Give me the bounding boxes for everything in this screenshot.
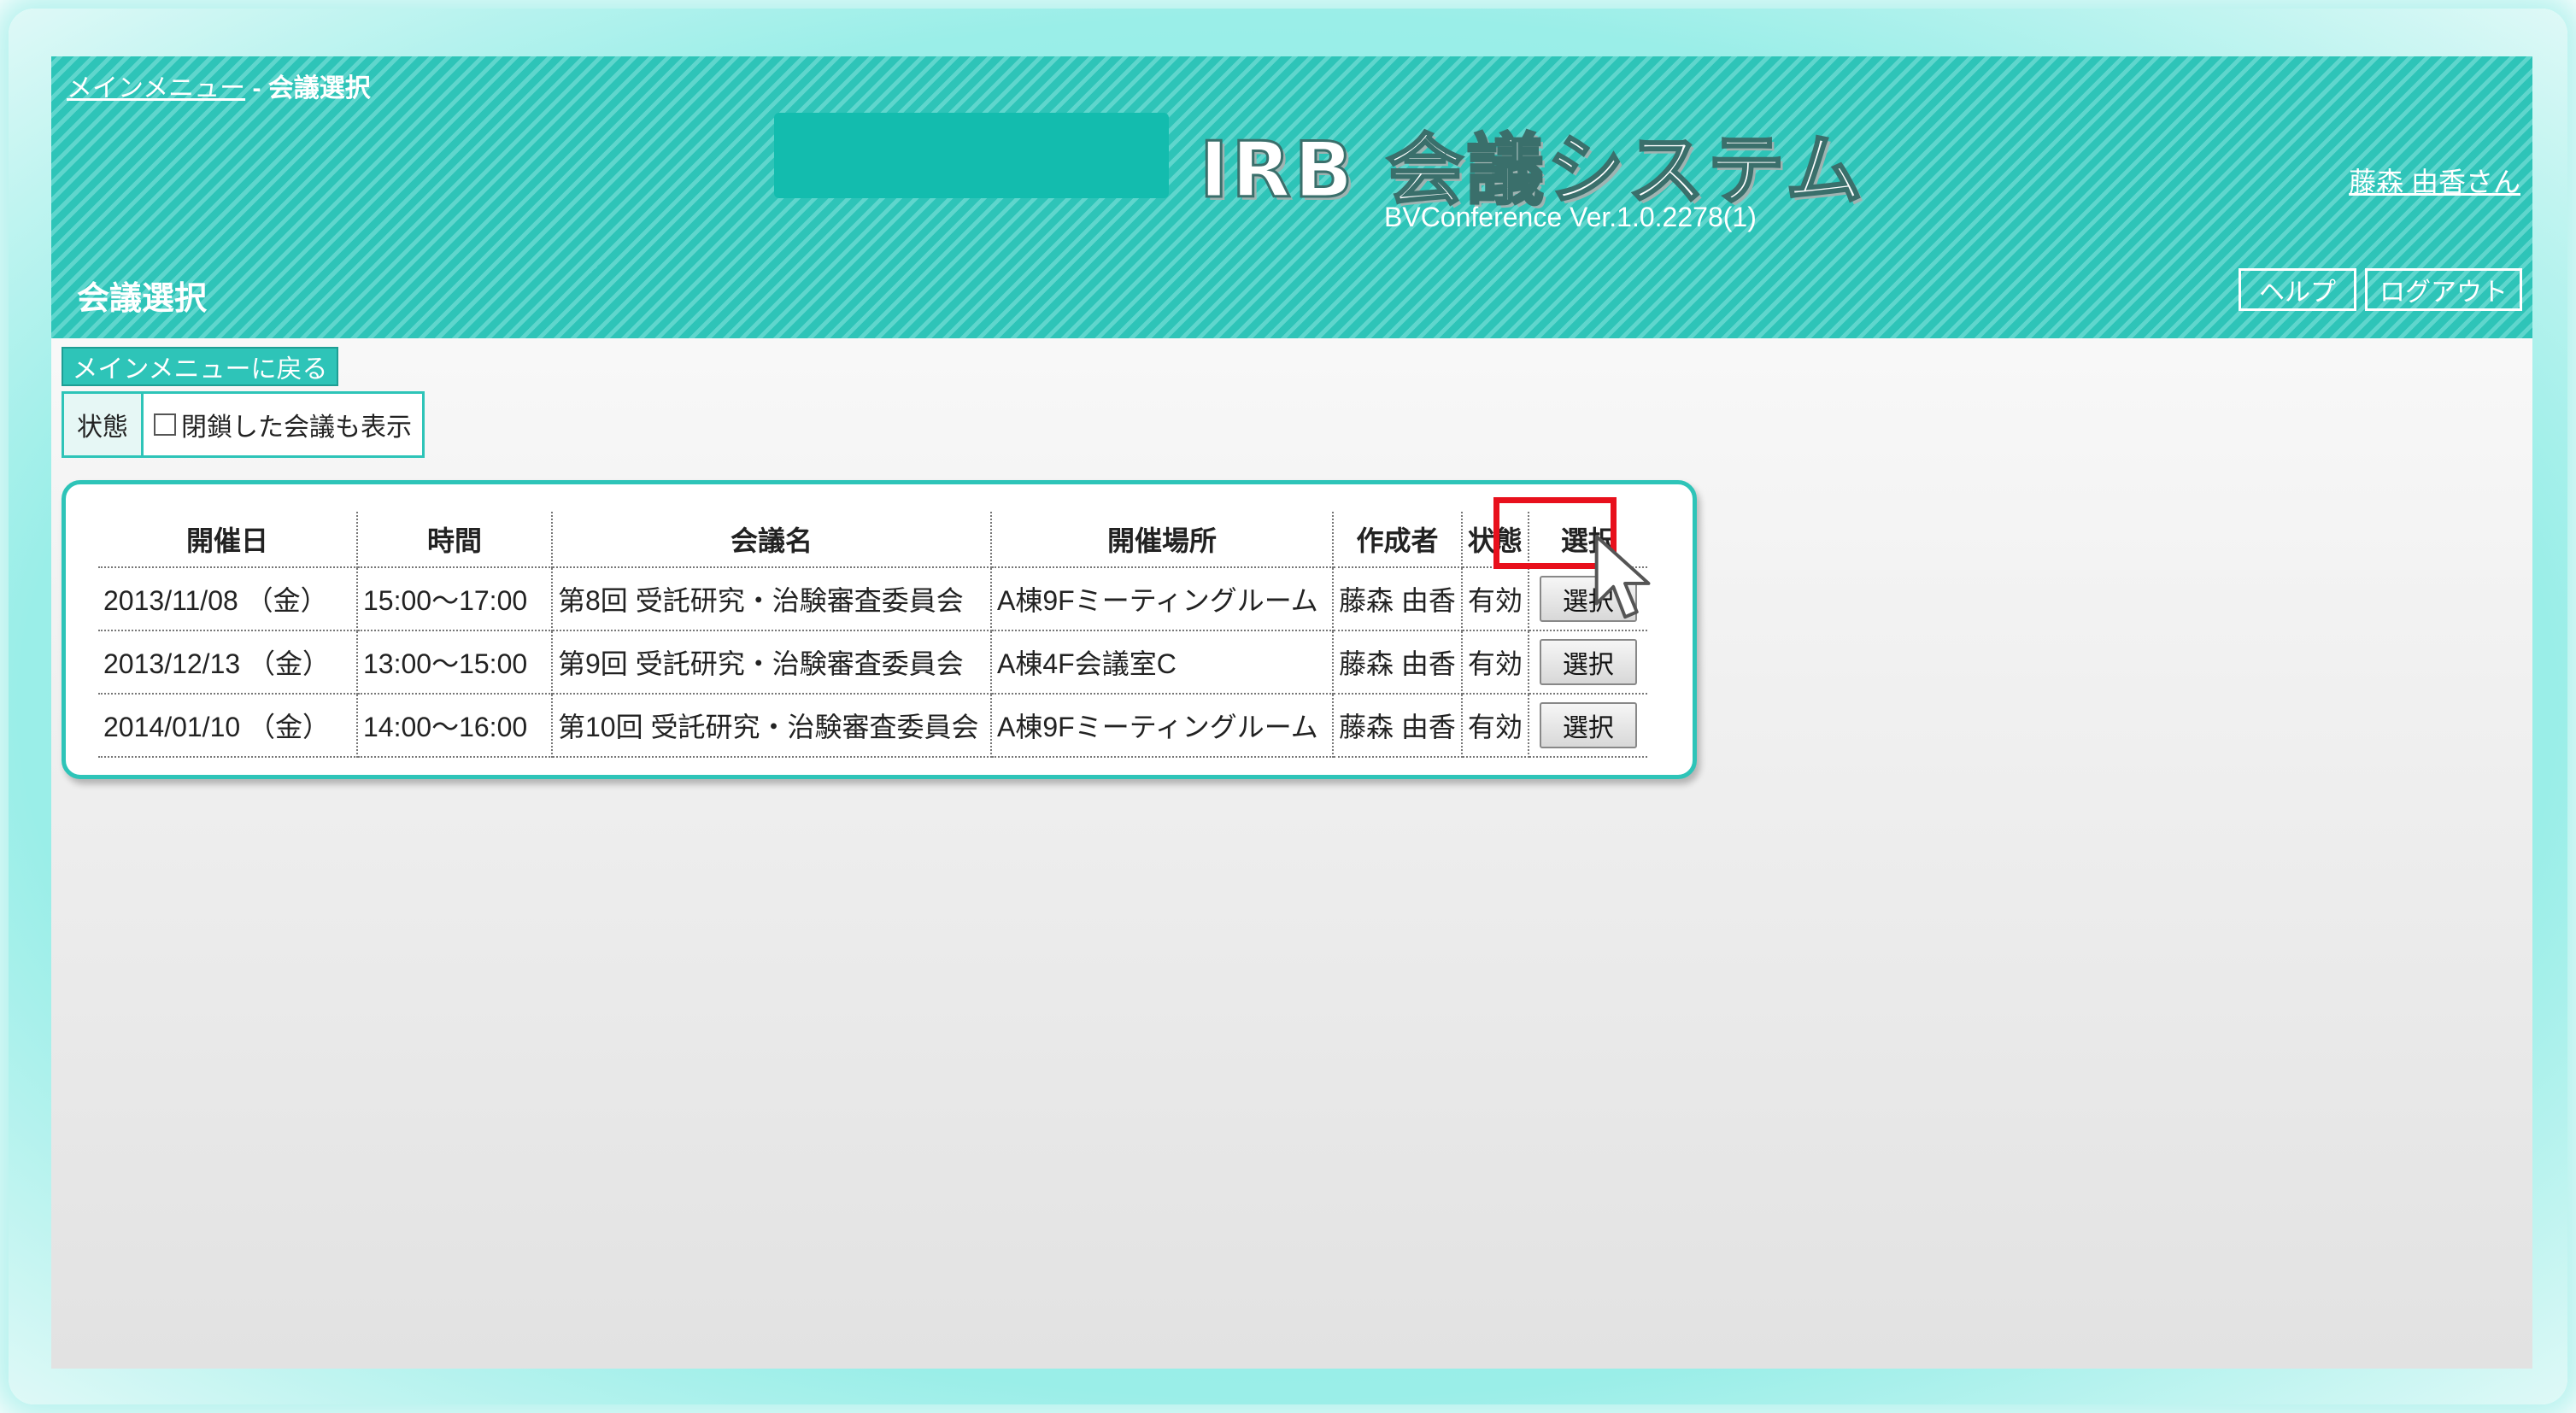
cell-meeting-name: 第8回 受託研究・治験審査委員会	[552, 567, 992, 631]
show-closed-checkbox[interactable]	[154, 413, 176, 436]
logout-button[interactable]: ログアウト	[2365, 268, 2522, 311]
cell-time: 13:00～15:00	[357, 630, 553, 695]
cell-status: 有効	[1461, 694, 1529, 758]
table-row: 2013/12/13 （金） 13:00～15:00 第9回 受託研究・治験審査…	[98, 630, 1647, 695]
cell-creator: 藤森 由香	[1333, 630, 1463, 695]
cell-time: 14:00～16:00	[357, 694, 553, 758]
cell-date: 2013/12/13 （金）	[98, 630, 358, 695]
breadcrumb-main-menu-link[interactable]: メインメニュー	[67, 74, 245, 103]
status-filter: 状態 閉鎖した会議も表示	[62, 391, 425, 458]
cell-select: 選択	[1528, 694, 1647, 758]
show-closed-label[interactable]: 閉鎖した会議も表示	[181, 406, 412, 443]
column-header-meeting-name: 会議名	[552, 512, 992, 568]
column-header-place: 開催場所	[991, 512, 1334, 568]
meeting-table-panel: 開催日 時間 会議名 開催場所 作成者 状態 選択 2013/11/08 （金）…	[62, 480, 1697, 779]
header-banner: メインメニュー - 会議選択 IRB 会議システム BVConference V…	[51, 56, 2532, 338]
cell-creator: 藤森 由香	[1333, 694, 1463, 758]
status-filter-label: 状態	[64, 394, 144, 455]
cell-time: 15:00～17:00	[357, 567, 553, 631]
mouse-pointer-icon	[1594, 534, 1651, 619]
cell-meeting-name: 第9回 受託研究・治験審査委員会	[552, 630, 992, 695]
user-name-link[interactable]: 藤森 由香さん	[2349, 161, 2520, 200]
cell-status: 有効	[1461, 630, 1529, 695]
breadcrumb-separator: -	[245, 74, 268, 103]
app-window: メインメニュー - 会議選択 IRB 会議システム BVConference V…	[51, 56, 2532, 1369]
select-meeting-button[interactable]: 選択	[1539, 702, 1637, 748]
cell-select: 選択	[1528, 630, 1647, 695]
cell-meeting-name: 第10回 受託研究・治験審査委員会	[552, 694, 992, 758]
cell-creator: 藤森 由香	[1333, 567, 1463, 631]
column-header-date: 開催日	[98, 512, 358, 568]
logo-placeholder	[774, 113, 1169, 198]
back-to-main-menu-button[interactable]: メインメニューに戻る	[62, 347, 338, 386]
breadcrumb: メインメニュー - 会議選択	[67, 67, 371, 104]
table-header-row: 開催日 時間 会議名 開催場所 作成者 状態 選択	[98, 512, 1647, 568]
show-closed-option[interactable]: 閉鎖した会議も表示	[144, 394, 422, 455]
cell-date: 2013/11/08 （金）	[98, 567, 358, 631]
page-title: 会議選択	[77, 281, 208, 317]
cell-status: 有効	[1461, 567, 1529, 631]
help-button[interactable]: ヘルプ	[2239, 268, 2356, 311]
table-row: 2014/01/10 （金） 14:00～16:00 第10回 受託研究・治験審…	[98, 694, 1647, 758]
cell-place: A棟9Fミーティングルーム	[991, 567, 1334, 631]
select-meeting-button[interactable]: 選択	[1539, 639, 1637, 685]
column-header-creator: 作成者	[1333, 512, 1463, 568]
column-header-time: 時間	[357, 512, 553, 568]
column-header-status: 状態	[1461, 512, 1529, 568]
cell-date: 2014/01/10 （金）	[98, 694, 358, 758]
meeting-table: 開催日 時間 会議名 開催場所 作成者 状態 選択 2013/11/08 （金）…	[98, 512, 1647, 758]
cell-place: A棟9Fミーティングルーム	[991, 694, 1334, 758]
table-row: 2013/11/08 （金） 15:00～17:00 第8回 受託研究・治験審査…	[98, 567, 1647, 631]
breadcrumb-current: 会議選択	[267, 74, 371, 103]
app-version: BVConference Ver.1.0.2278(1)	[1384, 202, 1757, 232]
cell-place: A棟4F会議室C	[991, 630, 1334, 695]
